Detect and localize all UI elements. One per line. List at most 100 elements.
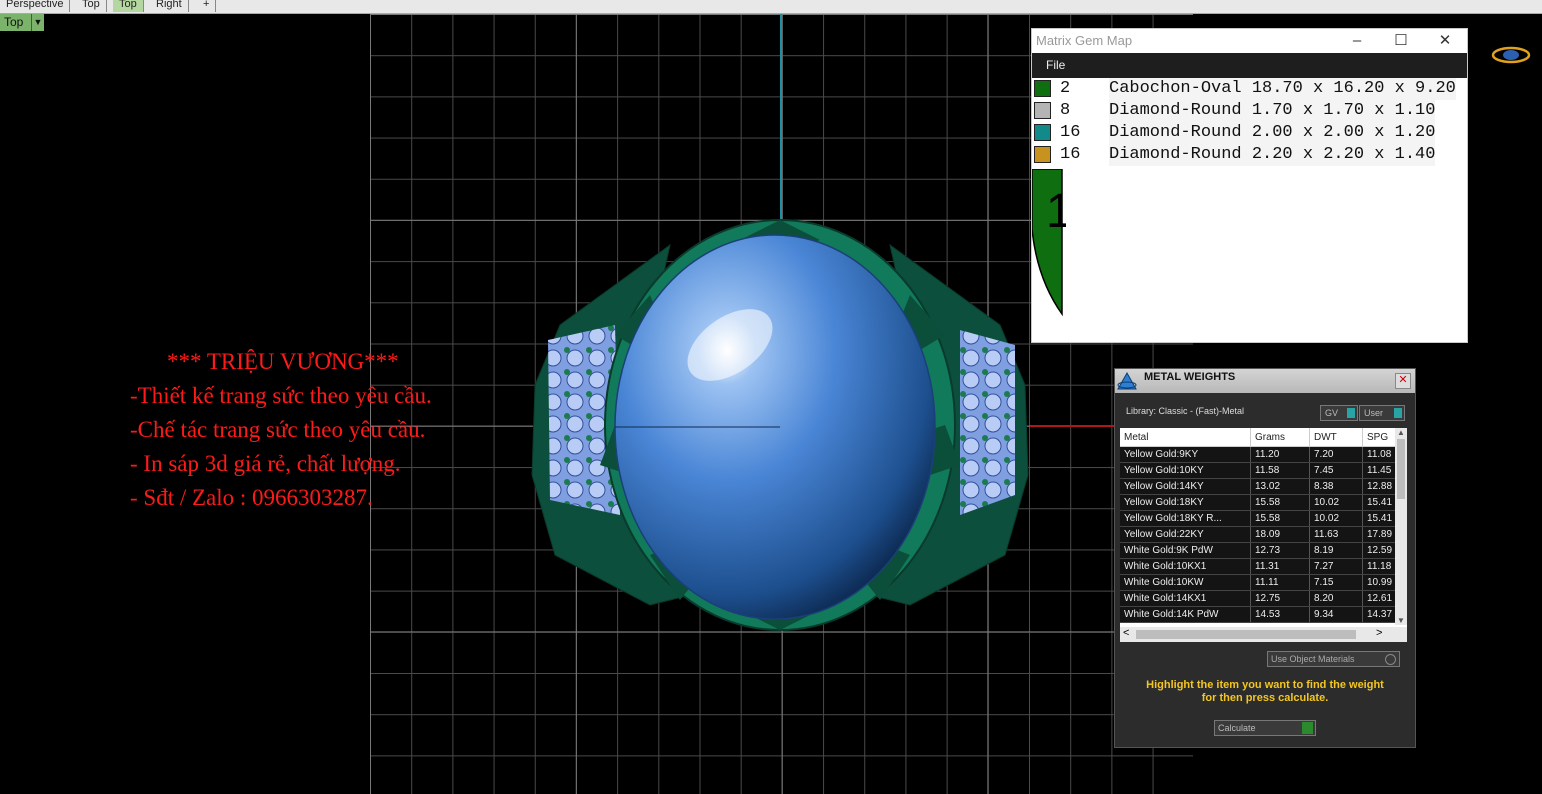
table-row[interactable]: White Gold:10KX1 11.31 7.27 11.18 <box>1120 558 1406 575</box>
tab-top-active[interactable]: Top <box>113 0 144 12</box>
horizontal-scrollbar[interactable]: < > <box>1120 627 1407 642</box>
calculate-button[interactable]: Calculate <box>1214 720 1316 736</box>
tab-top[interactable]: Top <box>76 0 107 12</box>
metal-name-cell: Yellow Gold:9KY <box>1120 446 1251 463</box>
gem-count: 8 <box>1060 101 1071 120</box>
user-button-label: User <box>1364 408 1384 418</box>
metal-table[interactable]: Metal Grams DWT SPG Yellow Gold:9KY 11.20… <box>1120 428 1407 642</box>
use-object-materials-label: Use Object Materials <box>1271 654 1355 664</box>
gem-shape-preview: 1 <box>1032 169 1066 317</box>
add-viewport-icon[interactable]: + <box>197 0 217 12</box>
table-row[interactable]: Yellow Gold:10KY 11.58 7.45 11.45 <box>1120 462 1406 479</box>
gem-description: Diamond-Round 1.70 x 1.70 x 1.10 <box>1109 100 1436 122</box>
table-row[interactable]: White Gold:9K PdW 12.73 8.19 12.59 <box>1120 542 1406 559</box>
tab-right[interactable]: Right <box>150 0 189 12</box>
metal-name-cell: Yellow Gold:22KY <box>1120 526 1251 543</box>
column-header-grams[interactable]: Grams <box>1250 428 1310 447</box>
promo-line: - Sđt / Zalo : 0966303287. <box>130 485 373 510</box>
dwt-cell: 7.20 <box>1309 446 1363 463</box>
gem-color-swatch <box>1034 80 1051 97</box>
viewport-menu-chevron-icon[interactable]: ▼ <box>31 14 44 31</box>
table-row[interactable]: Yellow Gold:18KY 15.58 10.02 15.41 <box>1120 494 1406 511</box>
gem-count: 16 <box>1060 145 1081 164</box>
maximize-icon[interactable]: ☐ <box>1379 29 1423 53</box>
table-row[interactable]: Yellow Gold:22KY 18.09 11.63 17.89 <box>1120 526 1406 543</box>
app-logo-icon[interactable] <box>1491 44 1531 66</box>
gem-row[interactable]: 8 Diamond-Round 1.70 x 1.70 x 1.10 <box>1032 100 1467 122</box>
gem-count: 16 <box>1060 123 1081 142</box>
close-icon[interactable]: ✕ <box>1395 373 1411 389</box>
table-row[interactable]: Yellow Gold:18KY R... 15.58 10.02 15.41 <box>1120 510 1406 527</box>
grams-cell: 12.75 <box>1250 590 1310 607</box>
matrix-logo-icon <box>1117 372 1137 390</box>
use-object-materials-toggle[interactable]: Use Object Materials <box>1267 651 1400 667</box>
hint-line: Highlight the item you want to find the … <box>1146 679 1384 691</box>
gem-map-title: Matrix Gem Map <box>1036 33 1133 48</box>
menu-file[interactable]: File <box>1046 58 1065 72</box>
gem-row[interactable]: 16 Diamond-Round 2.00 x 2.00 x 1.20 <box>1032 122 1467 144</box>
gem-count: 2 <box>1060 79 1071 98</box>
scroll-thumb[interactable] <box>1136 630 1356 639</box>
grams-cell: 15.58 <box>1250 510 1310 527</box>
dwt-cell: 8.20 <box>1309 590 1363 607</box>
table-row[interactable]: White Gold:10KW 11.11 7.15 10.99 <box>1120 574 1406 591</box>
table-row[interactable]: Yellow Gold:9KY 11.20 7.20 11.08 <box>1120 446 1406 463</box>
scroll-left-icon[interactable]: < <box>1123 627 1129 639</box>
promo-title: *** TRIỆU VƯƠNG*** <box>167 349 399 374</box>
metal-name-cell: White Gold:10KW <box>1120 574 1251 591</box>
viewport-label[interactable]: Top <box>0 14 34 31</box>
viewport-tab-bar: Perspective Top Top Right + <box>0 0 1542 14</box>
scroll-right-icon[interactable]: > <box>1376 627 1382 639</box>
gem-row[interactable]: 16 Diamond-Round 2.20 x 2.20 x 1.40 <box>1032 144 1467 166</box>
dwt-cell: 8.19 <box>1309 542 1363 559</box>
metal-name-cell: Yellow Gold:10KY <box>1120 462 1251 479</box>
table-row[interactable]: Yellow Gold:14KY 13.02 8.38 12.88 <box>1120 478 1406 495</box>
gem-map-menubar: File <box>1032 53 1467 78</box>
user-button[interactable]: User <box>1359 405 1405 421</box>
gem-color-swatch <box>1034 102 1051 119</box>
gem-description: Cabochon-Oval 18.70 x 16.20 x 9.20 <box>1109 78 1456 100</box>
column-header-dwt[interactable]: DWT <box>1309 428 1363 447</box>
metal-name-cell: White Gold:14KX1 <box>1120 590 1251 607</box>
promo-line: -Thiết kế trang sức theo yêu cầu. <box>130 383 432 408</box>
tab-perspective[interactable]: Perspective <box>0 0 71 12</box>
grams-cell: 11.11 <box>1250 574 1310 591</box>
gem-map-window: Matrix Gem Map – ☐ ✕ File 2 Cabochon-Ova… <box>1031 28 1468 343</box>
gem-map-titlebar[interactable]: Matrix Gem Map – ☐ ✕ <box>1032 29 1467 53</box>
metal-weights-title: METAL WEIGHTS <box>1144 371 1236 383</box>
metal-name-cell: Yellow Gold:18KY R... <box>1120 510 1251 527</box>
promo-line: -Chế tác trang sức theo yêu cầu. <box>130 417 426 442</box>
gem-description: Diamond-Round 2.20 x 2.20 x 1.40 <box>1109 144 1436 166</box>
table-row[interactable]: White Gold:14KX1 12.75 8.20 12.61 <box>1120 590 1406 607</box>
dwt-cell: 7.45 <box>1309 462 1363 479</box>
grams-cell: 12.73 <box>1250 542 1310 559</box>
scroll-down-icon[interactable]: ▼ <box>1395 616 1407 625</box>
pave-right <box>960 330 1015 515</box>
gv-button[interactable]: GV <box>1320 405 1358 421</box>
metal-name-cell: White Gold:14K PdW <box>1120 606 1251 623</box>
y-axis-line <box>780 14 782 234</box>
hint-text: Highlight the item you want to find the … <box>1125 679 1405 705</box>
gem-color-swatch <box>1034 124 1051 141</box>
dwt-cell: 7.15 <box>1309 574 1363 591</box>
close-icon[interactable]: ✕ <box>1423 29 1467 53</box>
gv-button-label: GV <box>1325 408 1339 418</box>
grams-cell: 11.31 <box>1250 558 1310 575</box>
gem-row[interactable]: 2 Cabochon-Oval 18.70 x 16.20 x 9.20 <box>1032 78 1467 100</box>
dwt-cell: 7.27 <box>1309 558 1363 575</box>
scroll-thumb[interactable] <box>1397 439 1405 499</box>
metal-name-cell: White Gold:9K PdW <box>1120 542 1251 559</box>
promo-line: - In sáp 3d giá rẻ, chất lượng. <box>130 451 401 476</box>
grams-cell: 14.53 <box>1250 606 1310 623</box>
gem-preview-label: 1 <box>1046 185 1066 238</box>
grams-cell: 18.09 <box>1250 526 1310 543</box>
column-header-metal[interactable]: Metal <box>1120 428 1251 447</box>
vertical-scrollbar[interactable]: ▲ ▼ <box>1395 428 1407 625</box>
table-row[interactable]: White Gold:14K PdW 14.53 9.34 14.37 <box>1120 606 1406 623</box>
dwt-cell: 9.34 <box>1309 606 1363 623</box>
minimize-icon[interactable]: – <box>1335 29 1379 53</box>
dwt-cell: 8.38 <box>1309 478 1363 495</box>
metal-weights-titlebar[interactable]: METAL WEIGHTS ✕ <box>1115 369 1415 393</box>
ring-model[interactable] <box>520 215 1040 635</box>
scroll-up-icon[interactable]: ▲ <box>1395 428 1407 437</box>
